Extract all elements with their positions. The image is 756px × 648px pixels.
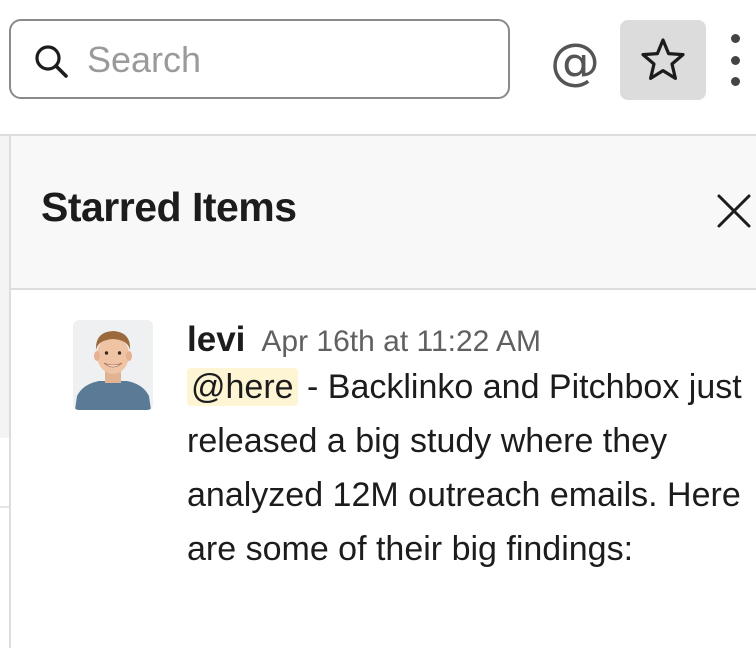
pane-title: Starred Items <box>41 184 297 230</box>
channel-pane-edge <box>0 136 9 648</box>
search-icon <box>35 45 68 78</box>
more-dots-icon <box>730 34 740 43</box>
search-input[interactable] <box>87 35 487 85</box>
pane-header: Starred Items <box>11 136 756 290</box>
starred-items-button[interactable] <box>620 20 706 100</box>
message-meta: levi Apr 16th at 11:22 AM <box>187 320 747 360</box>
avatar[interactable] <box>73 320 153 410</box>
here-mention[interactable]: @here <box>187 368 298 406</box>
top-bar: @ <box>0 0 756 136</box>
mentions-button[interactable]: @ <box>548 35 602 89</box>
close-icon[interactable] <box>715 192 753 230</box>
starred-message[interactable]: levi Apr 16th at 11:22 AM @here - Backlin… <box>11 290 756 648</box>
message-timestamp[interactable]: Apr 16th at 11:22 AM <box>261 325 541 358</box>
message-body: levi Apr 16th at 11:22 AM @here - Backlin… <box>187 320 747 576</box>
more-options-button[interactable] <box>722 34 748 86</box>
sender-name[interactable]: levi <box>187 320 245 359</box>
message-text: @here - Backlinko and Pitchbox just rele… <box>187 360 747 576</box>
at-sign-icon: @ <box>550 33 600 91</box>
search-box[interactable] <box>9 19 510 99</box>
page: @ Starred Items <box>0 0 756 648</box>
star-icon <box>641 38 685 81</box>
starred-items-pane: Starred Items levi Apr 16th at 11:22 AM … <box>9 136 756 648</box>
